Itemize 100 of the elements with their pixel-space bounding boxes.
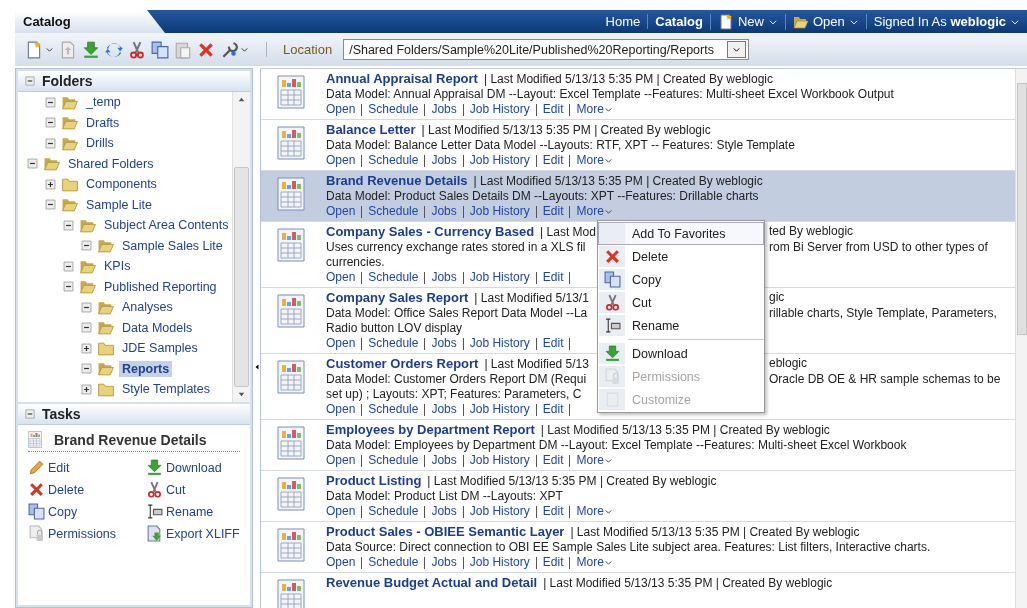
collapse-icon[interactable] <box>80 362 93 376</box>
report-title[interactable]: Brand Revenue Details <box>326 173 468 188</box>
action-link[interactable]: Jobs <box>431 204 457 219</box>
action-link[interactable]: More <box>576 204 613 219</box>
tree-item[interactable]: Sample Sales Lite <box>119 237 226 254</box>
location-field[interactable]: /Shared Folders/Sample%20Lite/Published%20Reporting/Reports <box>343 39 750 60</box>
report-title[interactable]: Annual Appraisal Report <box>326 71 478 86</box>
task-link[interactable]: Cut <box>146 481 186 498</box>
expand-icon[interactable] <box>44 177 57 191</box>
action-link[interactable]: Job History <box>469 402 530 417</box>
action-link[interactable]: Schedule <box>368 453 419 468</box>
task-link[interactable]: Export XLIFF <box>146 525 240 542</box>
tree-item[interactable]: Style Templates <box>119 381 213 398</box>
nav-link[interactable]: Catalog <box>647 14 710 29</box>
tree-item[interactable]: Drafts <box>83 114 123 131</box>
report-title[interactable]: Balance Letter <box>326 122 416 137</box>
collapse-icon[interactable] <box>80 300 93 314</box>
refresh-icon[interactable] <box>105 40 123 59</box>
action-link[interactable]: Edit <box>542 402 564 417</box>
action-link[interactable]: Open <box>326 555 356 570</box>
report-title[interactable]: Company Sales Report <box>326 290 469 305</box>
cut-icon[interactable] <box>128 40 146 59</box>
tree-item[interactable]: _temp <box>83 94 124 111</box>
report-title[interactable]: Revenue Budget Actual and Detail <box>326 575 538 590</box>
download-icon[interactable] <box>82 40 100 59</box>
collapse-icon[interactable] <box>80 321 93 335</box>
action-link[interactable]: Jobs <box>431 402 457 417</box>
collapse-icon[interactable] <box>80 239 93 253</box>
action-link[interactable]: Job History <box>469 204 530 219</box>
action-link[interactable]: Open <box>326 504 356 519</box>
tree-item[interactable]: Published Reporting <box>101 278 220 295</box>
action-link[interactable]: Open <box>326 453 356 468</box>
menu-item[interactable]: Cut <box>598 291 764 314</box>
delete-icon[interactable] <box>197 40 215 59</box>
action-link[interactable]: More <box>576 102 613 117</box>
copy-icon[interactable] <box>151 40 169 59</box>
action-link[interactable]: Schedule <box>368 204 419 219</box>
expand-icon[interactable] <box>80 382 93 396</box>
action-link[interactable]: Open <box>326 153 356 168</box>
action-link[interactable]: Open <box>326 402 356 417</box>
tree-item[interactable]: Components <box>83 176 160 193</box>
menu-item[interactable]: Rename <box>598 314 764 337</box>
action-link[interactable]: Edit <box>542 453 564 468</box>
menu-item[interactable]: Copy <box>598 268 764 291</box>
expand-icon[interactable] <box>80 341 93 355</box>
scroll-down-icon[interactable] <box>237 390 246 399</box>
scroll-up-icon[interactable] <box>237 95 246 104</box>
action-link[interactable]: Open <box>326 336 356 351</box>
action-link[interactable]: Job History <box>469 153 530 168</box>
action-link[interactable]: Jobs <box>431 102 457 117</box>
action-link[interactable]: Job History <box>469 270 530 285</box>
action-link[interactable]: Job History <box>469 504 530 519</box>
action-link[interactable]: More <box>576 555 613 570</box>
action-link[interactable]: Jobs <box>431 555 457 570</box>
action-link[interactable]: Open <box>326 102 356 117</box>
task-link[interactable]: Download <box>146 459 222 476</box>
menu-item[interactable]: Delete <box>598 245 764 268</box>
action-link[interactable]: Edit <box>542 204 564 219</box>
action-link[interactable]: Schedule <box>368 555 419 570</box>
collapse-icon[interactable] <box>62 280 75 294</box>
tree-item[interactable]: Data Models <box>119 319 196 336</box>
report-title[interactable]: Product Sales - OBIEE Semantic Layer <box>326 524 565 539</box>
collapse-icon[interactable] <box>62 259 75 273</box>
report-title[interactable]: Customer Orders Report <box>326 356 479 371</box>
report-title[interactable]: Employees by Department Report <box>326 422 535 437</box>
panel-header[interactable]: Folders <box>18 71 250 92</box>
action-link[interactable]: Schedule <box>368 270 419 285</box>
report-row[interactable]: Revenue Budget Actual and Detail | Last Modified 5/13/13 5:35 PM | Created By weblogic <box>261 573 1015 608</box>
menu-item[interactable]: Download <box>598 342 764 365</box>
tree-item[interactable]: Drills <box>83 135 117 152</box>
action-link[interactable]: Open <box>326 270 356 285</box>
action-link[interactable]: More <box>576 504 613 519</box>
menu-item[interactable]: Add To Favorites <box>598 222 764 245</box>
scrollbar[interactable] <box>1015 69 1027 608</box>
action-link[interactable]: Edit <box>542 555 564 570</box>
nav-link[interactable]: New <box>709 13 785 30</box>
collapse-icon[interactable] <box>44 136 57 150</box>
action-link[interactable]: More <box>576 153 613 168</box>
action-link[interactable]: Jobs <box>431 270 457 285</box>
task-link[interactable]: Rename <box>146 503 214 520</box>
action-link[interactable]: Job History <box>469 102 530 117</box>
action-link[interactable]: Schedule <box>368 102 419 117</box>
action-link[interactable]: Jobs <box>431 504 457 519</box>
action-link[interactable]: Edit <box>542 336 564 351</box>
task-link[interactable]: Edit <box>28 459 70 476</box>
action-link[interactable]: Edit <box>542 504 564 519</box>
nav-link[interactable]: Open <box>784 13 866 30</box>
action-link[interactable]: Schedule <box>368 402 419 417</box>
tree-item[interactable]: Subject Area Contents <box>101 217 232 234</box>
report-row[interactable]: Product Listing | Last Modified 5/13/13 5:35 PM | Created By weblogic Data Model: Product List DM --Layouts: XPT Open Schedule Jobs Job History Edit More <box>261 471 1015 522</box>
action-link[interactable]: Edit <box>542 102 564 117</box>
wrench-icon[interactable] <box>220 40 238 59</box>
action-link[interactable]: Schedule <box>368 504 419 519</box>
report-title[interactable]: Company Sales - Currency Based <box>326 224 535 239</box>
task-link[interactable]: Permissions <box>28 525 117 542</box>
action-link[interactable]: Job History <box>469 555 530 570</box>
scrollbar[interactable] <box>232 92 250 402</box>
panel-header[interactable]: Tasks <box>18 404 250 425</box>
action-link[interactable]: Edit <box>542 270 564 285</box>
report-title[interactable]: Product Listing <box>326 473 422 488</box>
